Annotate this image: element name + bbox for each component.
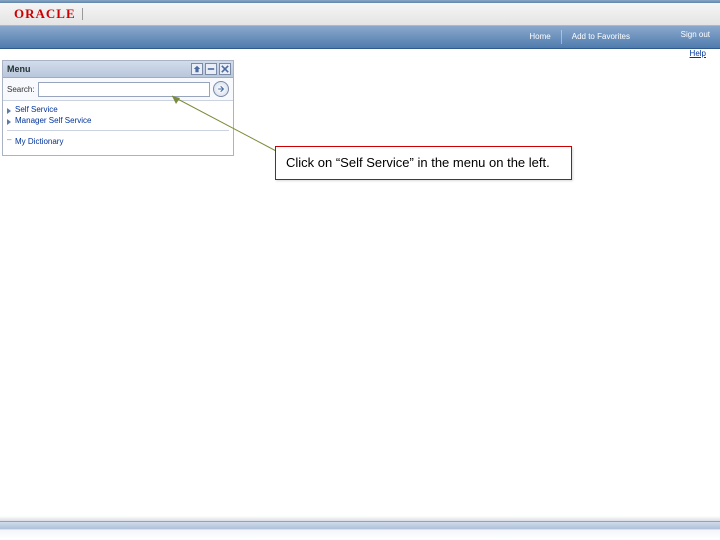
menu-header: Menu — [3, 61, 233, 78]
nav-links: Home Add to Favorites — [519, 26, 640, 48]
menu-search-go-icon[interactable] — [213, 81, 229, 97]
oracle-logo: ORACLE — [14, 6, 76, 22]
logo-divider — [82, 8, 83, 20]
menu-title: Menu — [7, 64, 31, 74]
sidebar-item-self-service[interactable]: Self Service — [7, 104, 229, 115]
nav-bar: Home Add to Favorites Sign out — [0, 25, 720, 49]
menu-pagelet: Menu Search: Self Service Manag — [2, 60, 234, 156]
instruction-callout: Click on “Self Service” in the menu on t… — [275, 146, 572, 180]
nav-link-signout[interactable]: Sign out — [681, 30, 710, 39]
menu-search-label: Search: — [7, 85, 35, 94]
bottom-bar — [0, 521, 720, 540]
menu-close-icon[interactable] — [219, 63, 231, 75]
menu-separator — [7, 130, 229, 131]
help-link[interactable]: Help — [690, 49, 706, 58]
menu-search-input[interactable] — [38, 82, 210, 97]
menu-header-controls — [191, 63, 231, 75]
brand-bar: ORACLE — [0, 3, 720, 26]
nav-link-favorites[interactable]: Add to Favorites — [561, 30, 640, 44]
menu-list: Self Service Manager Self Service My Dic… — [3, 101, 233, 155]
sidebar-item-manager-self-service[interactable]: Manager Self Service — [7, 115, 229, 126]
nav-link-home[interactable]: Home — [519, 30, 560, 44]
instruction-text: Click on “Self Service” in the menu on t… — [286, 155, 561, 171]
menu-home-icon[interactable] — [191, 63, 203, 75]
menu-minimize-icon[interactable] — [205, 63, 217, 75]
sidebar-item-my-dictionary[interactable]: My Dictionary — [7, 135, 229, 150]
menu-search-row: Search: — [3, 78, 233, 101]
